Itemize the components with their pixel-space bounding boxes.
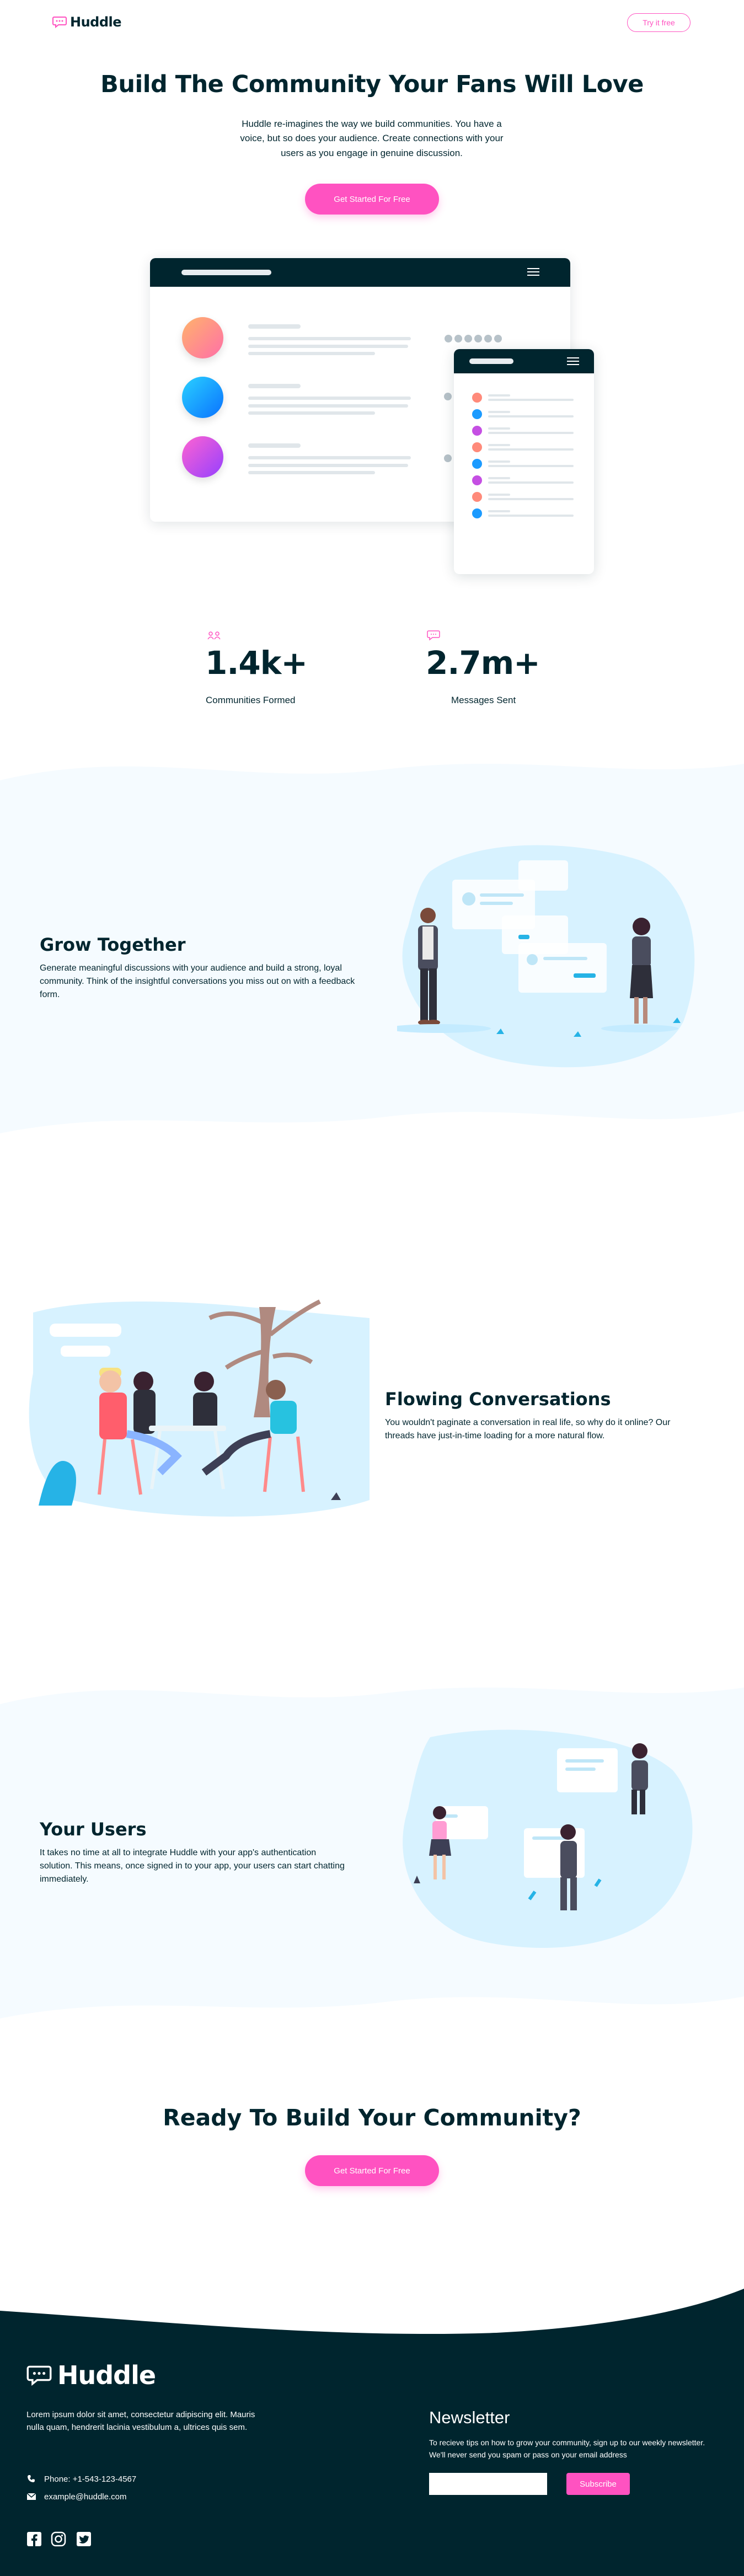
feature-text: You wouldn't paginate a conversation in … — [385, 1418, 671, 1440]
email-icon — [26, 2493, 36, 2500]
cta-button[interactable]: Get Started For Free — [305, 2155, 439, 2186]
chat-bubble-icon — [52, 17, 67, 28]
avatar — [182, 377, 223, 418]
placeholder-line — [248, 337, 411, 340]
try-free-button[interactable]: Try it free — [627, 13, 691, 32]
twitter-icon[interactable] — [76, 2531, 92, 2547]
hamburger-icon — [567, 357, 579, 365]
feature-title: Grow Together — [40, 934, 186, 955]
newsletter-text: To recieve tips on how to grow your comm… — [429, 2438, 705, 2459]
stat-communities-label: Communities Formed — [206, 695, 296, 705]
placeholder-line — [248, 411, 375, 415]
brand-logo[interactable]: Huddle — [52, 14, 122, 30]
dots-decoration — [444, 334, 502, 343]
mockup-mobile-bar — [454, 349, 594, 373]
placeholder-line — [248, 443, 301, 448]
placeholder-line — [248, 384, 301, 388]
chat-bubble-icon — [26, 2365, 52, 2386]
mobile-list — [472, 393, 574, 518]
placeholder-line — [248, 345, 408, 348]
placeholder-line — [248, 456, 411, 459]
feature-text: It takes no time at all to integrate Hud… — [40, 1848, 345, 1884]
footer-email[interactable]: example@huddle.com — [44, 2491, 126, 2503]
placeholder-line — [248, 464, 408, 467]
footer-brand-name: Huddle — [57, 2360, 156, 2390]
stat-communities-value: 1.4k+ — [205, 644, 308, 682]
facebook-icon[interactable] — [26, 2531, 42, 2547]
flowing-conversations-illustration — [29, 1299, 370, 1517]
grow-together-illustration — [397, 845, 695, 1068]
placeholder-line — [248, 471, 375, 474]
stat-messages-value: 2.7m+ — [426, 644, 540, 682]
newsletter-email-input[interactable] — [429, 2473, 547, 2495]
placeholder-line — [248, 324, 301, 329]
stat-messages-label: Messages Sent — [451, 695, 516, 705]
hero-cta-button[interactable]: Get Started For Free — [305, 184, 439, 215]
footer-logo[interactable]: Huddle — [26, 2360, 156, 2390]
site-header: Huddle Try it free — [0, 0, 744, 44]
dot — [444, 393, 452, 400]
newsletter-title: Newsletter — [429, 2408, 510, 2427]
footer-phone: Phone: +1-543-123-4567 — [44, 2475, 137, 2484]
dot — [444, 454, 452, 462]
feature-title: Your Users — [40, 1819, 147, 1840]
placeholder-line — [248, 352, 375, 355]
phone-icon — [28, 2475, 35, 2482]
hero-title: Build The Community Your Fans Will Love — [100, 71, 644, 98]
instagram-icon[interactable] — [51, 2531, 66, 2547]
cta-title: Ready To Build Your Community? — [163, 2104, 581, 2131]
mockup-browser-bar — [150, 258, 570, 287]
brand-name: Huddle — [70, 14, 122, 30]
hero-subtitle: Huddle re-imagines the way we build comm… — [240, 119, 504, 158]
footer-about: Lorem ipsum dolor sit amet, consectetur … — [26, 2410, 255, 2433]
feature-text: Generate meaningful discussions with you… — [40, 963, 355, 999]
feature-title: Flowing Conversations — [385, 1389, 611, 1410]
avatar — [182, 317, 223, 358]
avatar — [182, 436, 223, 478]
subscribe-button[interactable]: Subscribe — [566, 2473, 630, 2495]
messages-icon — [427, 630, 440, 641]
mockup-title-bar — [469, 358, 513, 364]
placeholder-line — [248, 397, 411, 400]
communities-icon — [207, 631, 221, 640]
placeholder-line — [248, 404, 408, 408]
mockup-url-bar — [181, 270, 271, 275]
your-users-illustration — [403, 1729, 693, 1948]
mobile-mockup — [454, 349, 594, 574]
hamburger-icon — [527, 268, 539, 276]
